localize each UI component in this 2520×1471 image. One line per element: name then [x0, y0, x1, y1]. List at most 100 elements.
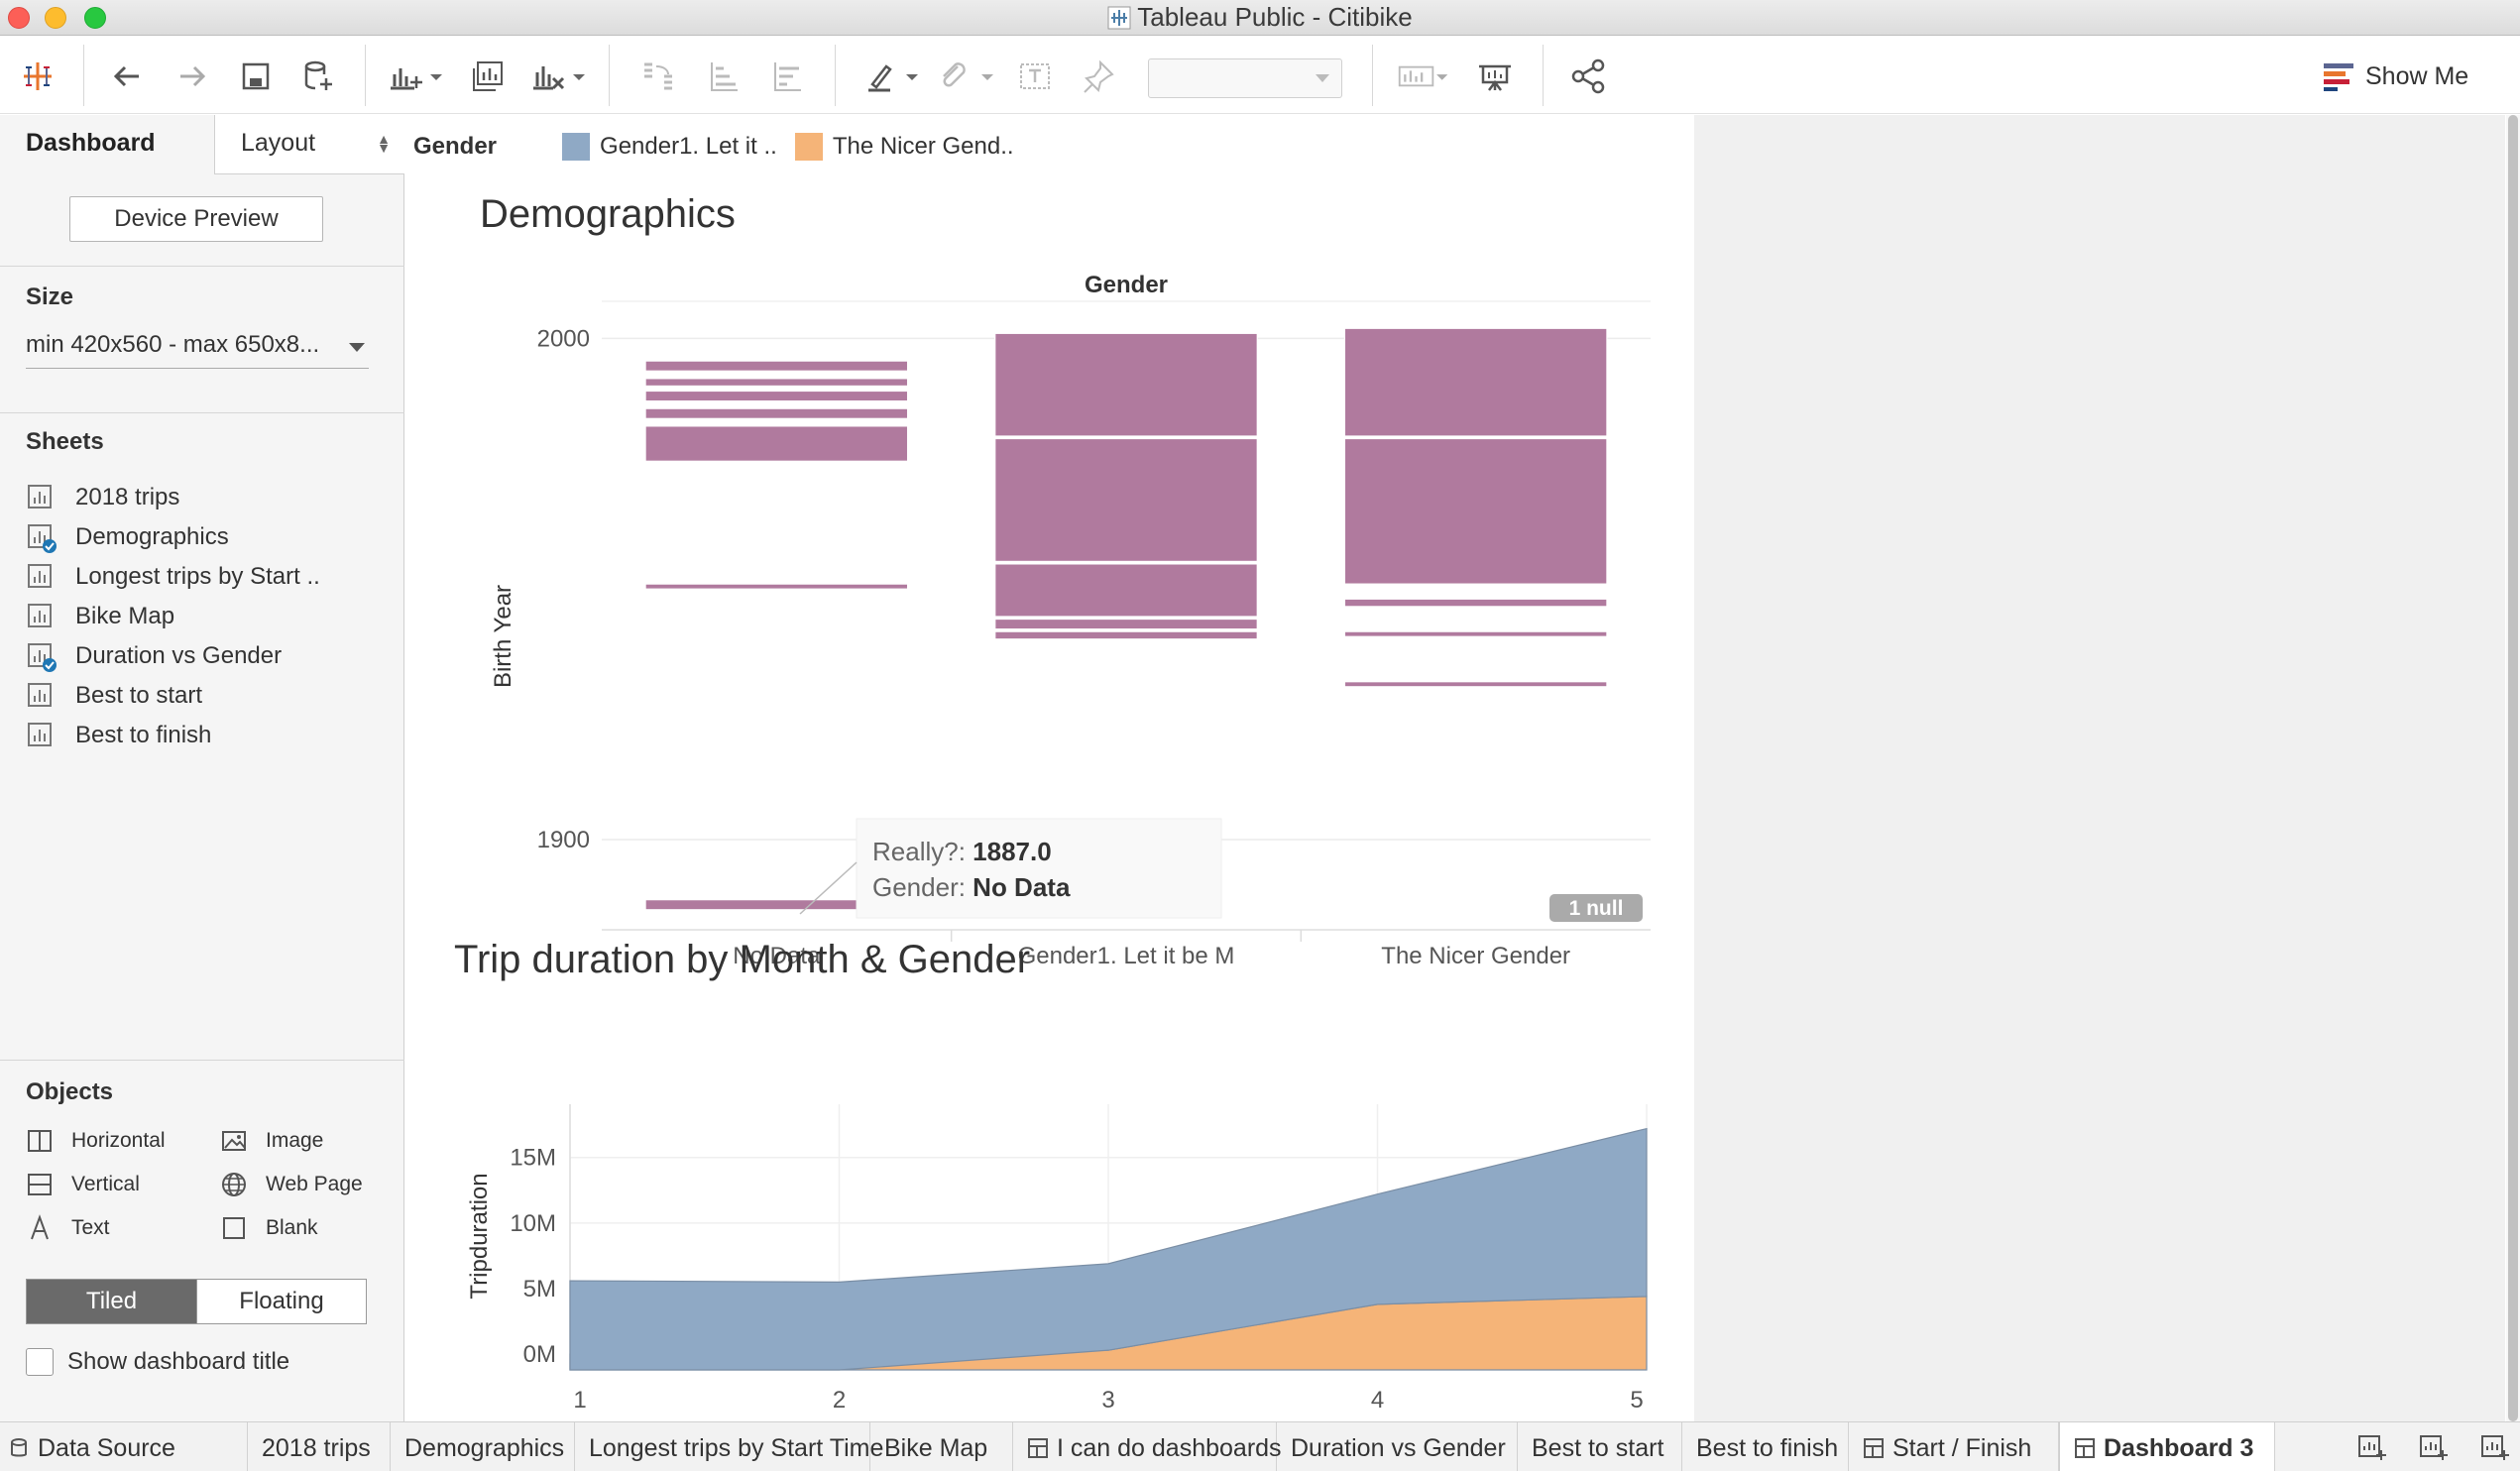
sheet-list-item[interactable]: Duration vs Gender [26, 638, 282, 674]
sheet-list-item[interactable]: Demographics [26, 519, 229, 555]
bar-segment[interactable] [994, 332, 1258, 437]
divider [0, 412, 404, 413]
tooltip-line: Gender: No Data [872, 872, 1071, 902]
new-worksheet-dropdown-icon[interactable] [424, 55, 448, 98]
sheet-tab[interactable]: Bike Map [870, 1422, 1013, 1471]
object-item[interactable]: Web Page [220, 1168, 363, 1201]
left-panel: Dashboard Layout ▲ ▼ Device Preview Size … [0, 115, 404, 1421]
legend-item[interactable]: The Nicer Gend.. [794, 133, 1014, 161]
bar-segment[interactable] [1343, 598, 1608, 608]
bar-segment[interactable] [644, 378, 909, 388]
sheet-tab[interactable]: Longest trips by Start Time [575, 1422, 883, 1471]
show-me-button[interactable]: Show Me [2324, 57, 2468, 96]
sort-ascending-icon[interactable] [702, 55, 745, 98]
object-label: Vertical [71, 1173, 140, 1195]
swap-rows-columns-icon[interactable] [636, 55, 680, 98]
tab-layout[interactable]: Layout ▲ ▼ [214, 115, 404, 174]
sheet-list-item[interactable]: Bike Map [26, 599, 174, 634]
sheet-tab-label: Start / Finish [1892, 1434, 2032, 1462]
sheet-list-item[interactable]: Best to start [26, 678, 202, 714]
x-tick-label: 3 [1101, 1387, 1114, 1414]
size-dropdown[interactable]: min 420x560 - max 650x8... [26, 331, 369, 369]
sheet-tab[interactable]: Demographics [391, 1422, 575, 1471]
tableau-logo-icon[interactable] [16, 55, 59, 98]
bar-segment[interactable] [644, 360, 909, 372]
image-icon [222, 1131, 246, 1151]
bar-segment[interactable] [994, 437, 1258, 562]
show-me-label: Show Me [2365, 61, 2469, 90]
new-data-source-icon[interactable] [295, 55, 339, 98]
sheet-list-item[interactable]: Best to finish [26, 718, 211, 753]
new-worksheet-icon[interactable] [383, 55, 426, 98]
redo-icon[interactable] [171, 55, 214, 98]
bar-segment[interactable] [994, 618, 1258, 630]
legend-swatch [794, 133, 823, 161]
tab-dashboard[interactable]: Dashboard [0, 115, 214, 174]
bar-segment[interactable] [1343, 327, 1608, 437]
sheet-tab[interactable]: 2018 trips [248, 1422, 391, 1471]
bar-segment[interactable] [644, 390, 909, 402]
bar-segment[interactable] [644, 407, 909, 419]
object-item[interactable]: Horizontal [26, 1124, 166, 1158]
show-dashboard-title-row[interactable]: Show dashboard title [26, 1348, 289, 1376]
trip-duration-chart[interactable]: 0M5M10M15M12345TripdurationMonth [405, 987, 1694, 1414]
tiled-button[interactable]: Tiled [27, 1280, 196, 1323]
sheet-tab[interactable]: Best to start [1518, 1422, 1682, 1471]
sheet-tab[interactable]: I can do dashboards [1013, 1422, 1282, 1471]
show-mark-labels-icon[interactable] [1013, 55, 1057, 98]
group-members-icon[interactable] [932, 55, 975, 98]
scrollbar-thumb[interactable] [2508, 115, 2518, 1421]
show-hide-cards-icon[interactable] [1394, 55, 1453, 98]
clear-sheet-icon[interactable] [525, 55, 569, 98]
show-dashboard-title-checkbox[interactable] [26, 1348, 54, 1376]
duplicate-sheet-icon[interactable] [466, 55, 510, 98]
sheet-tab[interactable]: Duration vs Gender [1277, 1422, 1518, 1471]
bar-segment[interactable] [994, 630, 1258, 640]
share-icon[interactable] [1566, 55, 1610, 98]
device-preview-button[interactable]: Device Preview [69, 196, 323, 242]
object-item[interactable]: Vertical [26, 1168, 140, 1201]
sheet-label: Demographics [75, 523, 229, 550]
x-tick-label: 2 [833, 1387, 846, 1414]
bar-segment[interactable] [1343, 437, 1608, 585]
new-story-tab-icon[interactable] [2480, 1432, 2510, 1462]
floating-button[interactable]: Floating [196, 1280, 366, 1323]
sheet-tab[interactable]: Data Source [0, 1422, 248, 1471]
tooltip-box [856, 818, 1222, 919]
highlight-dropdown-icon[interactable] [900, 55, 924, 98]
sort-descending-icon[interactable] [765, 55, 809, 98]
object-item[interactable]: Blank [220, 1211, 318, 1245]
y-tick-label: 1900 [537, 827, 590, 853]
demographics-title: Demographics [480, 192, 736, 236]
sheet-tab[interactable]: Start / Finish [1849, 1422, 2059, 1471]
sheet-tab-label: Duration vs Gender [1291, 1434, 1506, 1462]
clear-sheet-dropdown-icon[interactable] [567, 55, 591, 98]
undo-icon[interactable] [105, 55, 149, 98]
group-dropdown-icon[interactable] [975, 55, 999, 98]
object-item[interactable]: Image [220, 1124, 323, 1158]
y-tick-label: 0M [523, 1341, 556, 1368]
dashboard-canvas: Gender Gender1. Let it .. The Nicer Gend… [405, 115, 2505, 1421]
toolbar: Show Me [0, 37, 2520, 114]
fix-axes-pin-icon[interactable] [1077, 55, 1120, 98]
sheet-tab[interactable]: Best to finish [1682, 1422, 1849, 1471]
presentation-mode-icon[interactable] [1473, 55, 1517, 98]
demographics-chart[interactable]: Gender19002000Birth YearNo Data Gender1. … [405, 254, 1694, 987]
bar-segment[interactable] [994, 563, 1258, 618]
sheet-label: Bike Map [75, 603, 175, 629]
object-item[interactable]: Text [26, 1211, 110, 1245]
save-icon[interactable] [234, 55, 278, 98]
vertical-scrollbar[interactable] [2506, 115, 2520, 1421]
new-worksheet-tab-icon[interactable] [2357, 1432, 2387, 1462]
sheet-list-item[interactable]: 2018 trips [26, 480, 179, 515]
sheet-list-item[interactable]: Longest trips by Start .. [26, 559, 320, 595]
new-dashboard-tab-icon[interactable] [2419, 1432, 2449, 1462]
fit-dropdown[interactable] [1148, 58, 1342, 98]
highlight-icon[interactable] [859, 55, 902, 98]
bar-segment[interactable] [644, 425, 909, 462]
legend-item[interactable]: Gender1. Let it .. [562, 133, 777, 161]
bar-segment[interactable] [1343, 681, 1608, 688]
bar-segment[interactable] [1343, 630, 1608, 637]
bar-segment[interactable] [644, 583, 909, 590]
sheet-tab[interactable]: Dashboard 3 [2059, 1422, 2275, 1471]
